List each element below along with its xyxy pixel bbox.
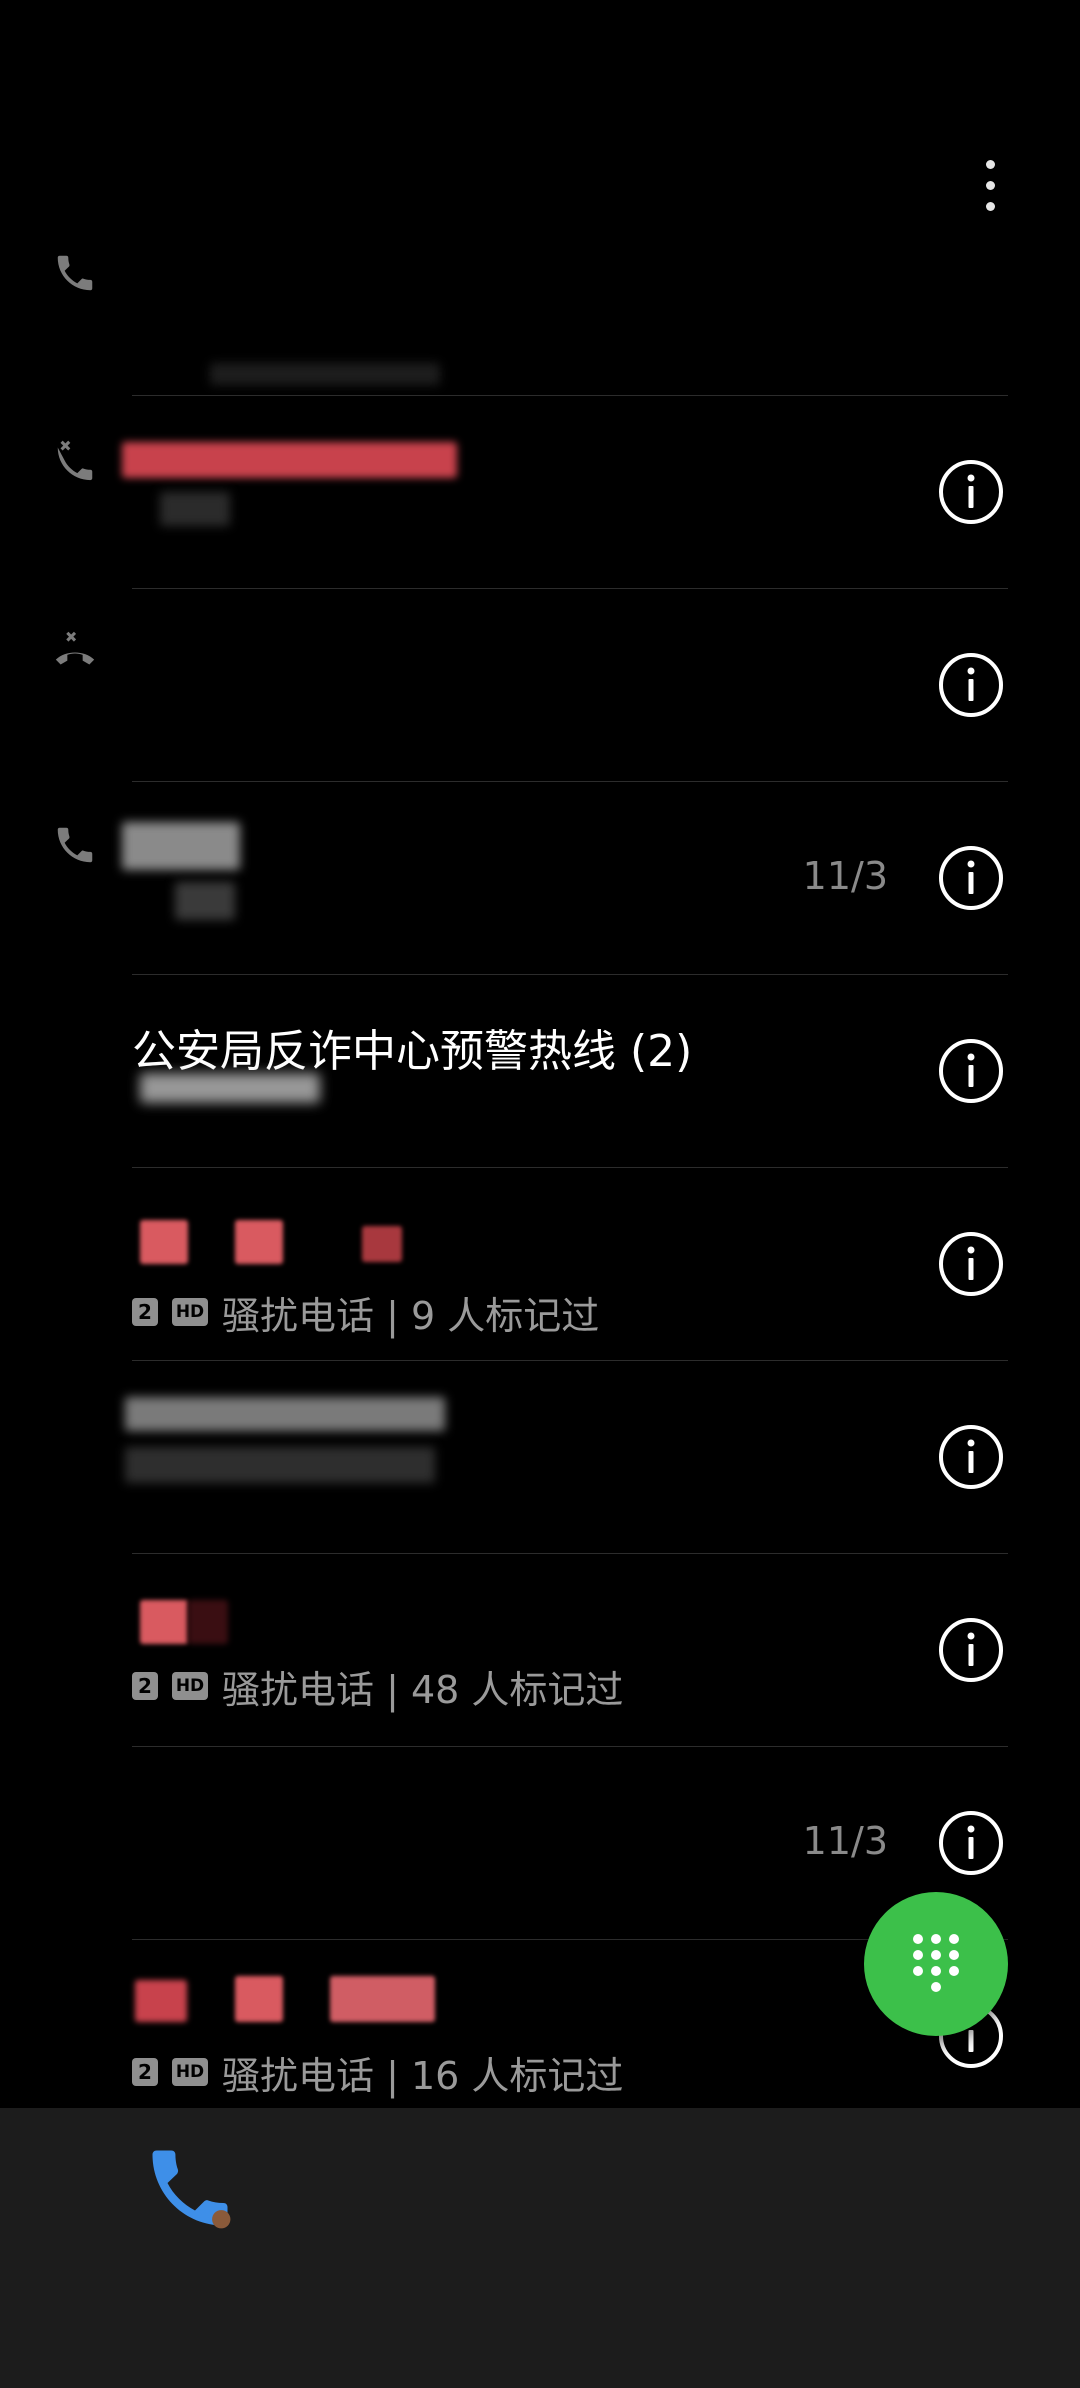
redacted-detail bbox=[140, 1073, 320, 1103]
info-circle-icon[interactable] bbox=[938, 1231, 1004, 1297]
info-circle-icon[interactable] bbox=[938, 845, 1004, 911]
phone-icon bbox=[57, 255, 93, 291]
info-circle-icon[interactable] bbox=[938, 1810, 1004, 1876]
call-log-row[interactable] bbox=[0, 589, 1080, 782]
redacted-number bbox=[140, 1220, 188, 1264]
redacted-number bbox=[362, 1226, 402, 1262]
bottom-navigation bbox=[0, 2108, 1080, 2388]
sim-badge: 2 bbox=[132, 1672, 158, 1700]
info-circle-icon[interactable] bbox=[938, 1424, 1004, 1490]
redacted-number bbox=[122, 442, 457, 478]
redacted-number bbox=[135, 1980, 187, 2022]
hd-badge: HD bbox=[172, 1672, 208, 1700]
redacted-number bbox=[188, 1600, 228, 1644]
missed-call-icon bbox=[57, 440, 93, 481]
call-subtitle: 2 HD 骚扰电话 | 16 人标记过 bbox=[132, 2050, 623, 2098]
redacted-number bbox=[125, 1397, 445, 1431]
dialpad-icon bbox=[913, 1934, 959, 1992]
call-subtitle: 2 HD 骚扰电话 | 48 人标记过 bbox=[132, 1664, 623, 1712]
sim-badge: 2 bbox=[132, 2058, 158, 2086]
redacted-number bbox=[235, 1976, 283, 2022]
hd-badge: HD bbox=[172, 1298, 208, 1326]
sim-badge: 2 bbox=[132, 1298, 158, 1326]
info-circle-icon[interactable] bbox=[938, 459, 1004, 525]
spam-label: 骚扰电话 | 16 人标记过 bbox=[222, 2053, 624, 2098]
call-log-list: 11/3 公安局反诈中心预警热线 (2) 2 HD 骚扰电话 | 9 人标记过 bbox=[0, 0, 1080, 2108]
redacted-detail bbox=[210, 363, 440, 385]
redacted-number bbox=[140, 1600, 188, 1644]
info-circle-icon[interactable] bbox=[938, 1617, 1004, 1683]
redacted-detail bbox=[175, 882, 235, 920]
call-log-row[interactable]: 2 HD 骚扰电话 | 48 人标记过 bbox=[0, 1554, 1080, 1747]
info-circle-icon[interactable] bbox=[938, 1038, 1004, 1104]
call-log-row[interactable] bbox=[0, 203, 1080, 396]
info-circle-icon[interactable] bbox=[938, 652, 1004, 718]
hd-badge: HD bbox=[172, 2058, 208, 2086]
spam-label: 骚扰电话 | 9 人标记过 bbox=[222, 1293, 600, 1338]
spam-label: 骚扰电话 | 48 人标记过 bbox=[222, 1667, 624, 1712]
phone-icon[interactable] bbox=[140, 2138, 240, 2238]
call-log-row[interactable] bbox=[0, 1361, 1080, 1554]
contact-name: 公安局反诈中心预警热线 (2) bbox=[132, 1026, 693, 1077]
call-log-row[interactable]: 公安局反诈中心预警热线 (2) bbox=[0, 975, 1080, 1168]
redacted-number bbox=[330, 1976, 435, 2022]
call-subtitle: 2 HD 骚扰电话 | 9 人标记过 bbox=[132, 1290, 599, 1338]
redacted-detail bbox=[160, 492, 230, 526]
call-log-row[interactable]: 11/3 bbox=[0, 782, 1080, 975]
call-log-row[interactable] bbox=[0, 396, 1080, 589]
missed-call-icon bbox=[55, 631, 95, 665]
call-date: 11/3 bbox=[802, 854, 888, 898]
redacted-number bbox=[122, 822, 240, 870]
call-date: 11/3 bbox=[802, 1819, 888, 1863]
call-log-row[interactable]: 2 HD 骚扰电话 | 9 人标记过 bbox=[0, 1168, 1080, 1361]
dialpad-button[interactable] bbox=[864, 1892, 1008, 2036]
redacted-number bbox=[235, 1220, 283, 1264]
phone-icon bbox=[57, 827, 93, 863]
redacted-detail bbox=[125, 1447, 435, 1483]
